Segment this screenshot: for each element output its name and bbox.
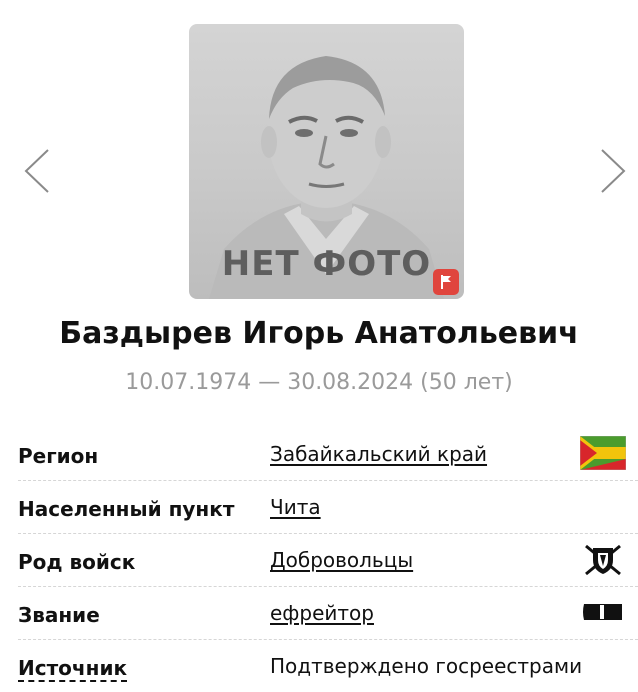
info-row-rank: Звание ефрейтор bbox=[18, 587, 638, 640]
report-flag-button[interactable] bbox=[433, 269, 459, 295]
life-dates: 10.07.1974 — 30.08.2024 (50 лет) bbox=[125, 370, 513, 395]
chevron-left-icon bbox=[24, 149, 49, 193]
zabaykalsky-flag-icon bbox=[580, 436, 626, 470]
region-label: Регион bbox=[18, 444, 99, 468]
info-row-branch: Род войск Добровольцы bbox=[18, 534, 638, 587]
region-link[interactable]: Забайкальский край bbox=[270, 442, 487, 466]
info-row-source: Источник Подтверждено госреестрами bbox=[18, 640, 638, 692]
volunteers-emblem-icon bbox=[585, 544, 621, 576]
rank-label: Звание bbox=[18, 603, 100, 627]
no-photo-label: НЕТ ФОТО bbox=[221, 244, 432, 284]
locality-link[interactable]: Чита bbox=[270, 495, 321, 519]
info-row-region: Регион Забайкальский край bbox=[18, 428, 638, 481]
previous-arrow-button[interactable] bbox=[22, 148, 52, 194]
locality-label: Населенный пункт bbox=[18, 497, 235, 521]
next-arrow-button[interactable] bbox=[598, 148, 628, 194]
rank-insignia-icon bbox=[583, 604, 622, 620]
flag-icon bbox=[441, 275, 451, 289]
rank-link[interactable]: ефрейтор bbox=[270, 601, 374, 625]
profile-photo: НЕТ ФОТО bbox=[189, 24, 464, 299]
info-table: Регион Забайкальский край Населенный пун… bbox=[18, 428, 638, 692]
source-label[interactable]: Источник bbox=[18, 656, 128, 682]
source-value: Подтверждено госреестрами bbox=[270, 654, 583, 678]
info-row-locality: Населенный пункт Чита bbox=[18, 481, 638, 534]
branch-label: Род войск bbox=[18, 550, 136, 574]
chevron-right-icon bbox=[601, 149, 626, 193]
person-name: Баздырев Игорь Анатольевич bbox=[59, 316, 579, 351]
branch-link[interactable]: Добровольцы bbox=[270, 548, 413, 572]
